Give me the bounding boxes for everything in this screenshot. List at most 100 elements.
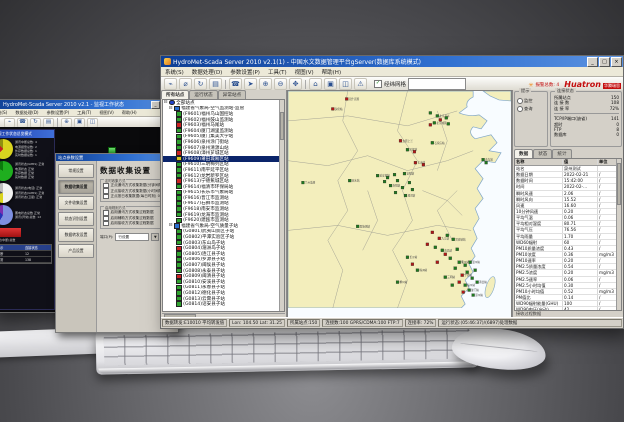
map-station-marker[interactable]: [383, 180, 386, 183]
table-row[interactable]: WD90电压(启动)42/: [515, 307, 621, 311]
map-station-marker[interactable]: 石家庄站: [431, 141, 445, 145]
map-station-marker[interactable]: 北京昌平: [436, 114, 450, 118]
pan-icon[interactable]: ✥: [289, 78, 302, 90]
map-station-marker[interactable]: 漳州站: [472, 293, 484, 297]
tab-统计[interactable]: 统计: [552, 149, 571, 158]
map-station-marker[interactable]: 莆田站: [476, 280, 488, 284]
tree-station-item[interactable]: (G0814)诏安县子站: [163, 301, 284, 307]
station-map[interactable]: 克什克腾多伦站北京昌平北京城区太原上兰石家庄站吕梁站长治站延安测站安阳站洛阳站漯…: [287, 90, 512, 318]
menu-item[interactable]: 系统(S): [161, 68, 188, 76]
print-icon[interactable]: ▤: [43, 118, 54, 128]
menu-item[interactable]: 帮助(H): [318, 68, 345, 76]
settings-nav-3[interactable]: 状态识别设置: [58, 212, 94, 226]
map-station-marker[interactable]: [451, 284, 454, 287]
expander-icon[interactable]: ⊟: [168, 223, 173, 228]
tab-数据[interactable]: 数据: [514, 149, 533, 158]
map-station-marker[interactable]: [429, 123, 432, 126]
settings-nav-1[interactable]: 数据收集设置: [58, 180, 94, 194]
map-station-marker[interactable]: [456, 248, 459, 251]
port-combo-value[interactable]: 行设置: [115, 233, 149, 241]
search-input[interactable]: [408, 78, 466, 90]
hint-radio[interactable]: 查询: [517, 106, 545, 112]
connect-icon[interactable]: ⌁: [4, 118, 15, 128]
cursor-icon[interactable]: ➤: [244, 78, 257, 90]
tab-异常站点[interactable]: 异常站点: [218, 90, 246, 99]
settings-nav-2[interactable]: 文件收集设置: [58, 196, 94, 210]
map-station-marker[interactable]: 北京城区: [433, 121, 447, 125]
expander-icon[interactable]: ⊟: [168, 106, 173, 111]
settings-nav-0[interactable]: 常规设置: [58, 164, 94, 178]
map-station-marker[interactable]: [396, 179, 399, 182]
tab-所有站点[interactable]: 所有站点: [161, 90, 189, 99]
map-station-marker[interactable]: 太原上兰: [399, 139, 413, 143]
hint-radio[interactable]: 监控: [517, 98, 545, 104]
menu-item[interactable]: 视图(V): [95, 110, 118, 116]
database-icon[interactable]: ◫: [87, 118, 98, 128]
menu-item[interactable]: 参数设置(P): [226, 68, 264, 76]
map-station-marker[interactable]: 厦门站: [468, 288, 480, 292]
chevron-down-icon[interactable]: ▼: [151, 233, 159, 241]
menu-item[interactable]: 参数设置(P): [43, 110, 74, 116]
map-station-marker[interactable]: [474, 269, 477, 272]
menu-item[interactable]: 数据处理(D): [188, 68, 227, 76]
map-station-marker[interactable]: 宁德站: [461, 273, 473, 277]
tree-scrollbar[interactable]: [279, 100, 284, 311]
map-station-marker[interactable]: [471, 277, 474, 280]
map-station-marker[interactable]: [429, 112, 432, 115]
menu-item[interactable]: 视图(V): [291, 68, 318, 76]
map-station-marker[interactable]: 福州站: [464, 283, 476, 287]
disconnect-icon[interactable]: ⌀: [179, 78, 192, 90]
map-station-marker[interactable]: 安阳站: [403, 172, 415, 176]
alarm-icon[interactable]: ⚠: [354, 78, 367, 90]
back-window-titlebar[interactable]: HydroMet-Scada Server 2010 v2.1 - 监视工作状态…: [0, 100, 181, 109]
home-icon[interactable]: ⌂: [309, 78, 322, 90]
close-button[interactable]: ×: [611, 57, 622, 67]
map-station-marker[interactable]: 衢州站: [458, 260, 470, 264]
phone-icon[interactable]: ☎: [17, 118, 28, 128]
map-station-marker[interactable]: 三明站: [444, 275, 456, 279]
map-station-marker[interactable]: [431, 231, 434, 234]
expander-icon[interactable]: ⊟: [163, 100, 168, 105]
map-station-marker[interactable]: [394, 191, 397, 194]
maximize-button[interactable]: □: [599, 57, 610, 67]
refresh-icon[interactable]: ↻: [194, 78, 207, 90]
map-station-marker[interactable]: [464, 264, 467, 267]
menu-item[interactable]: 系统(S): [0, 110, 11, 116]
menu-item[interactable]: 帮助(H): [118, 110, 141, 116]
map-station-marker[interactable]: [393, 173, 396, 176]
map-station-marker[interactable]: 株洲站: [416, 268, 428, 272]
minimize-button[interactable]: _: [587, 57, 598, 67]
map-station-marker[interactable]: [426, 243, 429, 246]
map-station-marker[interactable]: 漯河站: [404, 194, 416, 198]
map-station-marker[interactable]: [436, 261, 439, 264]
map-station-marker[interactable]: 长沙站: [406, 255, 418, 259]
map-station-marker[interactable]: [408, 181, 411, 184]
minimize-button[interactable]: _: [151, 101, 160, 109]
map-station-marker[interactable]: 九江站: [438, 236, 450, 240]
menu-item[interactable]: 工具(T): [73, 110, 95, 116]
connect-icon[interactable]: ⌁: [164, 78, 177, 90]
map-station-marker[interactable]: [485, 161, 488, 164]
map-station-marker[interactable]: [422, 163, 425, 166]
map-station-marker[interactable]: [413, 150, 416, 153]
map-station-marker[interactable]: 洛阳站: [389, 184, 401, 188]
table-scrollbar[interactable]: [616, 159, 621, 310]
map-station-marker[interactable]: 克什克腾: [345, 97, 359, 101]
menu-item[interactable]: 数据处理(D): [11, 110, 42, 116]
settings-nav-4[interactable]: 数据转发设置: [58, 228, 94, 242]
map-station-marker[interactable]: [411, 263, 414, 266]
map-station-marker[interactable]: [466, 271, 469, 274]
map-station-marker[interactable]: [411, 188, 414, 191]
database-icon[interactable]: ◫: [339, 78, 352, 90]
zoom-out-icon[interactable]: ⊖: [274, 78, 287, 90]
map-station-marker[interactable]: [401, 186, 404, 189]
menu-item[interactable]: 工具(T): [264, 68, 291, 76]
map-station-marker[interactable]: 南昌站: [441, 248, 453, 252]
map-station-marker[interactable]: [458, 281, 461, 284]
map-station-marker[interactable]: [454, 267, 457, 270]
map-station-marker[interactable]: 天水站: [348, 179, 360, 183]
monitor-icon[interactable]: ▣: [74, 118, 85, 128]
map-station-marker[interactable]: [439, 118, 442, 121]
zoom-in-icon[interactable]: ⊕: [61, 118, 72, 128]
map-station-marker[interactable]: 温州站: [469, 260, 481, 264]
